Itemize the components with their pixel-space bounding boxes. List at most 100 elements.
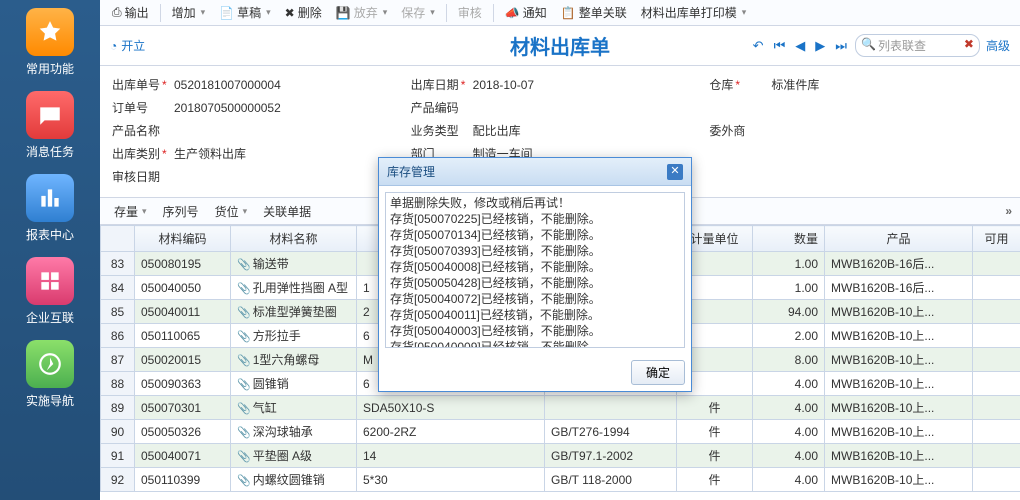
open-state[interactable]: ◔ 开立: [110, 37, 145, 54]
cell-avail[interactable]: [973, 372, 1020, 396]
undo-icon[interactable]: ↶: [751, 38, 766, 54]
cell-prod[interactable]: MWB1620B-16后...: [825, 252, 973, 276]
cell-qty[interactable]: 2.00: [753, 324, 825, 348]
cell-code[interactable]: 050050326: [135, 420, 231, 444]
val-wh[interactable]: 标准件库: [771, 76, 819, 93]
cell-name[interactable]: 📎平垫圈 A级: [231, 444, 357, 468]
cell-name[interactable]: 📎气缸: [231, 396, 357, 420]
notify-button[interactable]: 📣 通知: [499, 2, 553, 23]
cell-name[interactable]: 📎内螺纹圆锥销: [231, 468, 357, 492]
cell-qty[interactable]: 4.00: [753, 372, 825, 396]
cell-prod[interactable]: MWB1620B-10上...: [825, 468, 973, 492]
cell-name[interactable]: 📎圆锥销: [231, 372, 357, 396]
whole-assoc-button[interactable]: 📋 整单关联: [555, 2, 633, 23]
cell-avail[interactable]: [973, 324, 1020, 348]
cell-name[interactable]: 📎孔用弹性挡圈 A型: [231, 276, 357, 300]
cell-code[interactable]: 050110399: [135, 468, 231, 492]
cell-prod[interactable]: MWB1620B-10上...: [825, 300, 973, 324]
cell-spec[interactable]: SDA50X10-S: [357, 396, 545, 420]
cell-prod[interactable]: MWB1620B-10上...: [825, 372, 973, 396]
cell-prod[interactable]: MWB1620B-16后...: [825, 276, 973, 300]
side-item-messages[interactable]: 消息任务: [0, 83, 100, 166]
cell-code[interactable]: 050090363: [135, 372, 231, 396]
cell-name[interactable]: 📎方形拉手: [231, 324, 357, 348]
val-out-date[interactable]: 2018-10-07: [473, 78, 534, 92]
cell-std[interactable]: GB/T 118-2000: [545, 468, 677, 492]
col-prod[interactable]: 产品: [825, 226, 973, 252]
cell-prod[interactable]: MWB1620B-10上...: [825, 324, 973, 348]
cell-qty[interactable]: 4.00: [753, 396, 825, 420]
cell-prod[interactable]: MWB1620B-10上...: [825, 396, 973, 420]
last-icon[interactable]: ⏭: [833, 38, 849, 54]
audit-button[interactable]: 审核: [452, 2, 488, 23]
seq-button[interactable]: 序列号: [157, 201, 205, 222]
delete-button[interactable]: ✖ 删除: [279, 2, 328, 23]
modal-header[interactable]: 库存管理 ✕: [379, 158, 691, 186]
print-template-button[interactable]: 材料出库单打印模: [635, 2, 753, 23]
cell-prod[interactable]: MWB1620B-10上...: [825, 420, 973, 444]
cell-qty[interactable]: 8.00: [753, 348, 825, 372]
add-button[interactable]: 增加: [166, 2, 212, 23]
val-order-no[interactable]: 2018070500000052: [174, 101, 281, 115]
next-icon[interactable]: ▶: [813, 38, 827, 54]
output-button[interactable]: ⎙ 输出: [106, 2, 155, 23]
col-qty[interactable]: 数量: [753, 226, 825, 252]
table-row[interactable]: 89050070301📎气缸SDA50X10-S件4.00MWB1620B-10…: [101, 396, 1020, 420]
side-item-common[interactable]: 常用功能: [0, 0, 100, 83]
cell-code[interactable]: 050040050: [135, 276, 231, 300]
cell-avail[interactable]: [973, 300, 1020, 324]
cell-qty[interactable]: 1.00: [753, 252, 825, 276]
modal-message[interactable]: 单据删除失败，修改或稍后再试！ 存货[050070225]已经核销，不能删除。 …: [385, 192, 685, 348]
cell-prod[interactable]: MWB1620B-10上...: [825, 348, 973, 372]
ok-button[interactable]: 确定: [631, 360, 685, 385]
cell-avail[interactable]: [973, 396, 1020, 420]
col-avail[interactable]: 可用: [973, 226, 1020, 252]
cell-spec[interactable]: 14: [357, 444, 545, 468]
cell-qty[interactable]: 4.00: [753, 468, 825, 492]
cell-avail[interactable]: [973, 468, 1020, 492]
discard-button[interactable]: 💾 放弃: [330, 2, 394, 23]
assoc-button[interactable]: 关联单据: [257, 201, 317, 222]
cell-unit[interactable]: 件: [677, 396, 753, 420]
cell-avail[interactable]: [973, 252, 1020, 276]
cell-name[interactable]: 📎1型六角螺母: [231, 348, 357, 372]
cell-name[interactable]: 📎深沟球轴承: [231, 420, 357, 444]
cell-std[interactable]: GB/T97.1-2002: [545, 444, 677, 468]
side-item-reports[interactable]: 报表中心: [0, 166, 100, 249]
stock-button[interactable]: 存量: [108, 201, 153, 222]
cell-qty[interactable]: 4.00: [753, 420, 825, 444]
table-row[interactable]: 91050040071📎平垫圈 A级14GB/T97.1-2002件4.00MW…: [101, 444, 1020, 468]
cell-code[interactable]: 050070301: [135, 396, 231, 420]
save-button[interactable]: 保存: [395, 2, 441, 23]
cell-name[interactable]: 📎输送带: [231, 252, 357, 276]
cell-unit[interactable]: 件: [677, 420, 753, 444]
cell-qty[interactable]: 1.00: [753, 276, 825, 300]
cell-prod[interactable]: MWB1620B-10上...: [825, 444, 973, 468]
search-input[interactable]: 🔍 列表联查 ✖: [855, 34, 980, 57]
cell-spec[interactable]: 5*30: [357, 468, 545, 492]
cell-std[interactable]: [545, 396, 677, 420]
cell-code[interactable]: 050020015: [135, 348, 231, 372]
cell-code[interactable]: 050040071: [135, 444, 231, 468]
cell-qty[interactable]: 94.00: [753, 300, 825, 324]
side-item-nav[interactable]: 实施导航: [0, 332, 100, 415]
cell-avail[interactable]: [973, 420, 1020, 444]
cell-name[interactable]: 📎标准型弹簧垫圈: [231, 300, 357, 324]
clear-icon[interactable]: ✖: [964, 37, 974, 51]
table-row[interactable]: 92050110399📎内螺纹圆锥销5*30GB/T 118-2000件4.00…: [101, 468, 1020, 492]
cell-avail[interactable]: [973, 348, 1020, 372]
cell-code[interactable]: 050110065: [135, 324, 231, 348]
col-code[interactable]: 材料编码: [135, 226, 231, 252]
cell-avail[interactable]: [973, 276, 1020, 300]
col-name[interactable]: 材料名称: [231, 226, 357, 252]
table-row[interactable]: 90050050326📎深沟球轴承6200-2RZGB/T276-1994件4.…: [101, 420, 1020, 444]
cell-unit[interactable]: 件: [677, 468, 753, 492]
cell-avail[interactable]: [973, 444, 1020, 468]
val-out-no[interactable]: 0520181007000004: [174, 78, 281, 92]
val-biz-type[interactable]: 配比出库: [473, 122, 521, 139]
draft-button[interactable]: 📄 草稿: [213, 2, 277, 23]
cell-spec[interactable]: 6200-2RZ: [357, 420, 545, 444]
cell-code[interactable]: 050040011: [135, 300, 231, 324]
loc-button[interactable]: 货位: [209, 201, 254, 222]
advanced-link[interactable]: 高级: [986, 37, 1010, 54]
